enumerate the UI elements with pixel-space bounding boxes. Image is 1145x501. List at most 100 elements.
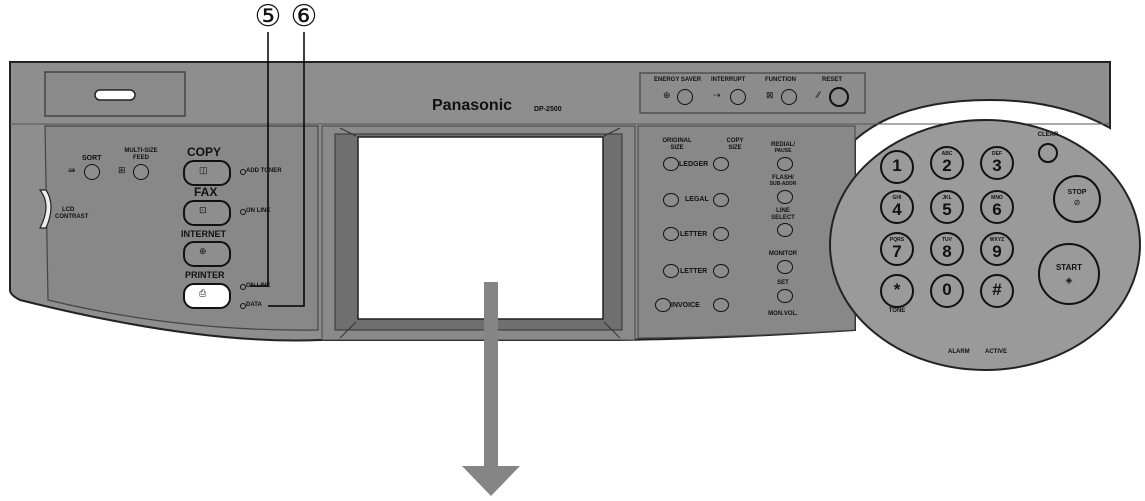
start-label: START xyxy=(1055,263,1083,272)
redial-pause-button[interactable] xyxy=(777,157,793,171)
key-7-digit: 7 xyxy=(892,242,902,261)
original-size-label-1: ORIGINAL xyxy=(662,138,692,144)
line-select-label-2: SELECT xyxy=(771,215,795,221)
original-size-button-4[interactable] xyxy=(663,264,679,278)
sort-icon: ⇛ xyxy=(68,165,76,175)
energy-saver-icon: ⊕ xyxy=(663,90,671,100)
fax-label: FAX xyxy=(194,185,218,199)
copy-size-button-5[interactable] xyxy=(713,298,729,312)
key-1-digit: 1 xyxy=(892,156,902,175)
function-icon: ⊠ xyxy=(766,90,774,100)
key-4-digit: 4 xyxy=(892,200,902,219)
key-0-digit: 0 xyxy=(942,280,952,299)
paper-size-invoice: INVOICE xyxy=(671,302,700,309)
multi-size-label-2: FEED xyxy=(132,155,149,161)
monitor-button[interactable] xyxy=(777,260,793,274)
copy-size-button-3[interactable] xyxy=(713,227,729,241)
reset-icon: ⁄⁄ xyxy=(817,90,821,100)
lcd-contrast-label-2: CONTRAST xyxy=(55,214,89,220)
fax-button[interactable] xyxy=(183,200,231,226)
internet-icon: ⊕ xyxy=(199,246,207,256)
key-hash-glyph: # xyxy=(992,280,1002,299)
key-8-digit: 8 xyxy=(942,242,952,261)
led-printer-online xyxy=(240,284,246,290)
paper-size-letter: LETTER xyxy=(680,231,708,238)
paper-size-ledger: LEDGER xyxy=(679,161,709,168)
function-button[interactable] xyxy=(781,89,797,105)
tone-label: TONE xyxy=(888,308,906,314)
arrow-shaft xyxy=(484,282,498,468)
internet-button[interactable] xyxy=(183,241,231,267)
energy-saver-button[interactable] xyxy=(677,89,693,105)
key-3-digit: 3 xyxy=(992,156,1002,175)
key-9-digit: 9 xyxy=(992,242,1002,261)
set-button[interactable] xyxy=(777,289,793,303)
led-printer-data xyxy=(240,303,246,309)
copy-size-button-2[interactable] xyxy=(713,193,729,207)
interrupt-icon: ⇢ xyxy=(713,90,721,100)
model-number: DP-2500 xyxy=(534,106,562,113)
interrupt-label: INTERRUPT xyxy=(711,77,746,83)
sort-label: SORT xyxy=(82,155,102,162)
original-size-label-2: SIZE xyxy=(670,145,684,151)
key-6-digit: 6 xyxy=(992,200,1002,219)
paper-size-legal: LEGAL xyxy=(685,196,709,203)
callout-5: ⑤ xyxy=(254,0,282,33)
callout-6: ⑥ xyxy=(290,0,318,33)
copy-label: COPY xyxy=(187,145,222,159)
fax-icon: ⊡ xyxy=(199,205,207,215)
copy-size-button-1[interactable] xyxy=(713,157,729,171)
function-label: FUNCTION xyxy=(765,77,796,83)
sort-button[interactable] xyxy=(84,164,100,180)
paper-size-letter-landscape: LETTER xyxy=(680,268,708,275)
printer-online-indicator: ON LINE xyxy=(246,283,271,289)
printer-icon: ⎙ xyxy=(199,288,207,298)
copy-size-label-1: COPY xyxy=(726,138,744,144)
energy-saver-label: ENERGY SAVER xyxy=(654,77,702,83)
key-5-digit: 5 xyxy=(942,200,952,219)
interrupt-button[interactable] xyxy=(730,89,746,105)
key-2-digit: 2 xyxy=(942,156,952,175)
reset-button[interactable] xyxy=(829,87,849,107)
copy-icon: ◫ xyxy=(199,165,208,175)
flash-sub-addr-button[interactable] xyxy=(777,190,793,204)
brand-name: Panasonic xyxy=(432,97,513,114)
reset-label: RESET xyxy=(822,77,843,83)
start-icon: ◈ xyxy=(1065,275,1073,285)
clear-label: CLEAR xyxy=(1037,132,1059,138)
stop-label: STOP xyxy=(1067,189,1087,196)
key-star-glyph: * xyxy=(893,280,901,299)
monitor-label: MONITOR xyxy=(768,251,798,257)
control-panel-illustration xyxy=(9,32,1141,496)
printer-button[interactable] xyxy=(183,283,231,309)
original-size-button-1[interactable] xyxy=(663,157,679,171)
mon-vol-label: MON.VOL. xyxy=(768,311,798,317)
led-add-toner xyxy=(240,169,246,175)
lcd-screen xyxy=(357,136,604,320)
multi-size-label-1: MULTI-SIZE xyxy=(124,148,158,154)
printer-data-indicator: DATA xyxy=(246,302,262,308)
multi-size-feed-button[interactable] xyxy=(133,164,149,180)
card-slot xyxy=(94,89,136,101)
led-fax-online xyxy=(240,209,246,215)
original-size-button-3[interactable] xyxy=(663,227,679,241)
line-select-label-1: LINE xyxy=(776,208,790,214)
printer-label: PRINTER xyxy=(185,270,225,280)
flash-label-2: SUB-ADDR xyxy=(769,181,797,187)
internet-label: INTERNET xyxy=(181,229,226,239)
line-select-button[interactable] xyxy=(777,223,793,237)
clear-button[interactable] xyxy=(1038,143,1058,163)
alarm-label: ALARM xyxy=(948,349,970,355)
redial-label-2: PAUSE xyxy=(774,148,792,154)
lcd-contrast-label-1: LCD xyxy=(62,207,75,213)
start-button[interactable] xyxy=(1038,243,1100,305)
multi-size-feed-icon: ⊞ xyxy=(118,165,126,175)
add-toner-indicator: ADD TONER xyxy=(246,168,282,174)
fax-online-indicator: ON LINE xyxy=(246,208,271,214)
set-label: SET xyxy=(777,280,789,286)
active-label: ACTIVE xyxy=(985,349,1008,355)
copy-size-button-4[interactable] xyxy=(713,264,729,278)
copy-size-label-2: SIZE xyxy=(728,145,742,151)
original-size-button-2[interactable] xyxy=(663,193,679,207)
original-size-button-5[interactable] xyxy=(655,298,671,312)
